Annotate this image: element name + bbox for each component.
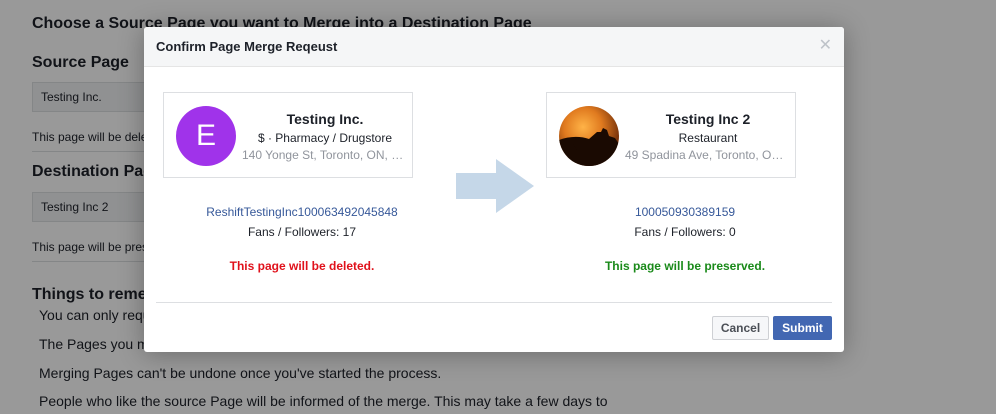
destination-page-link[interactable]: 100050930389159: [545, 205, 825, 219]
destination-page-address: 49 Spadina Ave, Toronto, ON, M5V 2J1: [625, 148, 791, 162]
destination-page-card: Testing Inc 2 Restaurant 49 Spadina Ave,…: [546, 92, 796, 178]
submit-button[interactable]: Submit: [773, 316, 832, 340]
source-status-text: This page will be deleted.: [229, 259, 375, 273]
confirm-merge-dialog: Confirm Page Merge Reqeust ✕ E Testing I…: [144, 27, 844, 352]
source-page-link[interactable]: ReshiftTestingInc100063492045848: [162, 205, 442, 219]
dialog-header: Confirm Page Merge Reqeust ✕: [144, 27, 844, 67]
right-arrow-icon: [456, 159, 534, 213]
close-icon[interactable]: ✕: [819, 37, 832, 55]
source-page-address: 140 Yonge St, Toronto, ON, M5C 1X6: [242, 148, 408, 162]
destination-page-name: Testing Inc 2: [665, 111, 751, 127]
cancel-button[interactable]: Cancel: [712, 316, 769, 340]
destination-page-category: Restaurant: [678, 131, 738, 145]
destination-fans-count: Fans / Followers: 0: [634, 225, 736, 239]
source-page-name: Testing Inc.: [286, 111, 364, 127]
dialog-title: Confirm Page Merge Reqeust: [156, 39, 338, 54]
silhouette-photo-icon: [559, 106, 619, 166]
source-fans-count: Fans / Followers: 17: [247, 225, 357, 239]
destination-status-text: This page will be preserved.: [604, 259, 766, 273]
source-page-details: ReshiftTestingInc100063492045848 Fans / …: [162, 205, 442, 273]
source-page-info: Testing Inc. $ · Pharmacy / Drugstore 14…: [242, 111, 408, 162]
source-avatar: E: [176, 106, 236, 166]
source-page-card: E Testing Inc. $ · Pharmacy / Drugstore …: [163, 92, 413, 178]
dialog-divider: [156, 302, 832, 303]
destination-avatar: [559, 106, 619, 166]
source-page-category: $ · Pharmacy / Drugstore: [257, 131, 393, 145]
destination-page-details: 100050930389159 Fans / Followers: 0 This…: [545, 205, 825, 273]
destination-page-info: Testing Inc 2 Restaurant 49 Spadina Ave,…: [625, 111, 791, 162]
